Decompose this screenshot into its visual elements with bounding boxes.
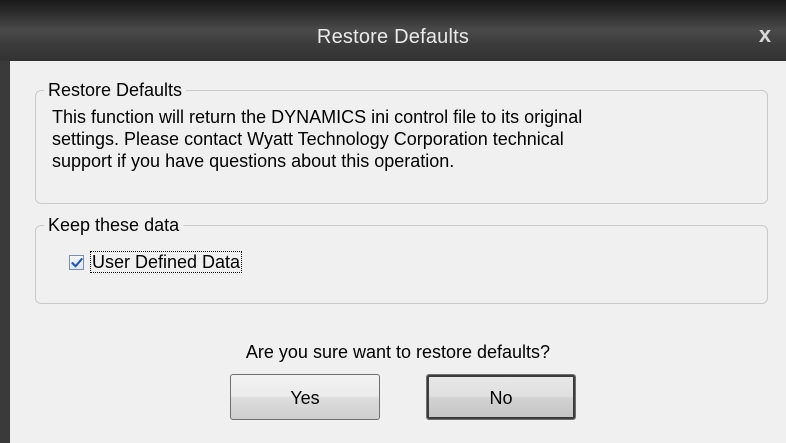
restore-description: This function will return the DYNAMICS i… — [52, 106, 712, 172]
description-line: settings. Please contact Wyatt Technolog… — [52, 129, 564, 149]
title-bar[interactable]: Restore Defaults x — [0, 0, 786, 61]
description-line: This function will return the DYNAMICS i… — [52, 107, 583, 127]
checkbox-box[interactable] — [69, 254, 84, 270]
checkmark-icon — [71, 257, 83, 267]
yes-button[interactable]: Yes — [230, 374, 380, 420]
window-title: Restore Defaults — [316, 26, 470, 48]
restore-defaults-group: Restore Defaults This function will retu… — [35, 79, 768, 204]
checkbox-label[interactable]: User Defined Data — [89, 251, 243, 273]
user-defined-data-checkbox[interactable]: User Defined Data — [69, 251, 243, 273]
restore-defaults-dialog: Restore Defaults x Restore Defaults This… — [0, 0, 786, 443]
confirm-prompt: Are you sure want to restore defaults? — [245, 342, 551, 362]
restore-defaults-legend: Restore Defaults — [44, 79, 187, 101]
description-line: support if you have questions about this… — [52, 151, 455, 171]
close-icon[interactable]: x — [752, 22, 778, 48]
dialog-body: Restore Defaults This function will retu… — [10, 61, 786, 443]
keep-data-legend: Keep these data — [44, 214, 184, 236]
no-button[interactable]: No — [426, 374, 576, 420]
keep-data-group: Keep these data User Defined Data — [35, 214, 768, 304]
